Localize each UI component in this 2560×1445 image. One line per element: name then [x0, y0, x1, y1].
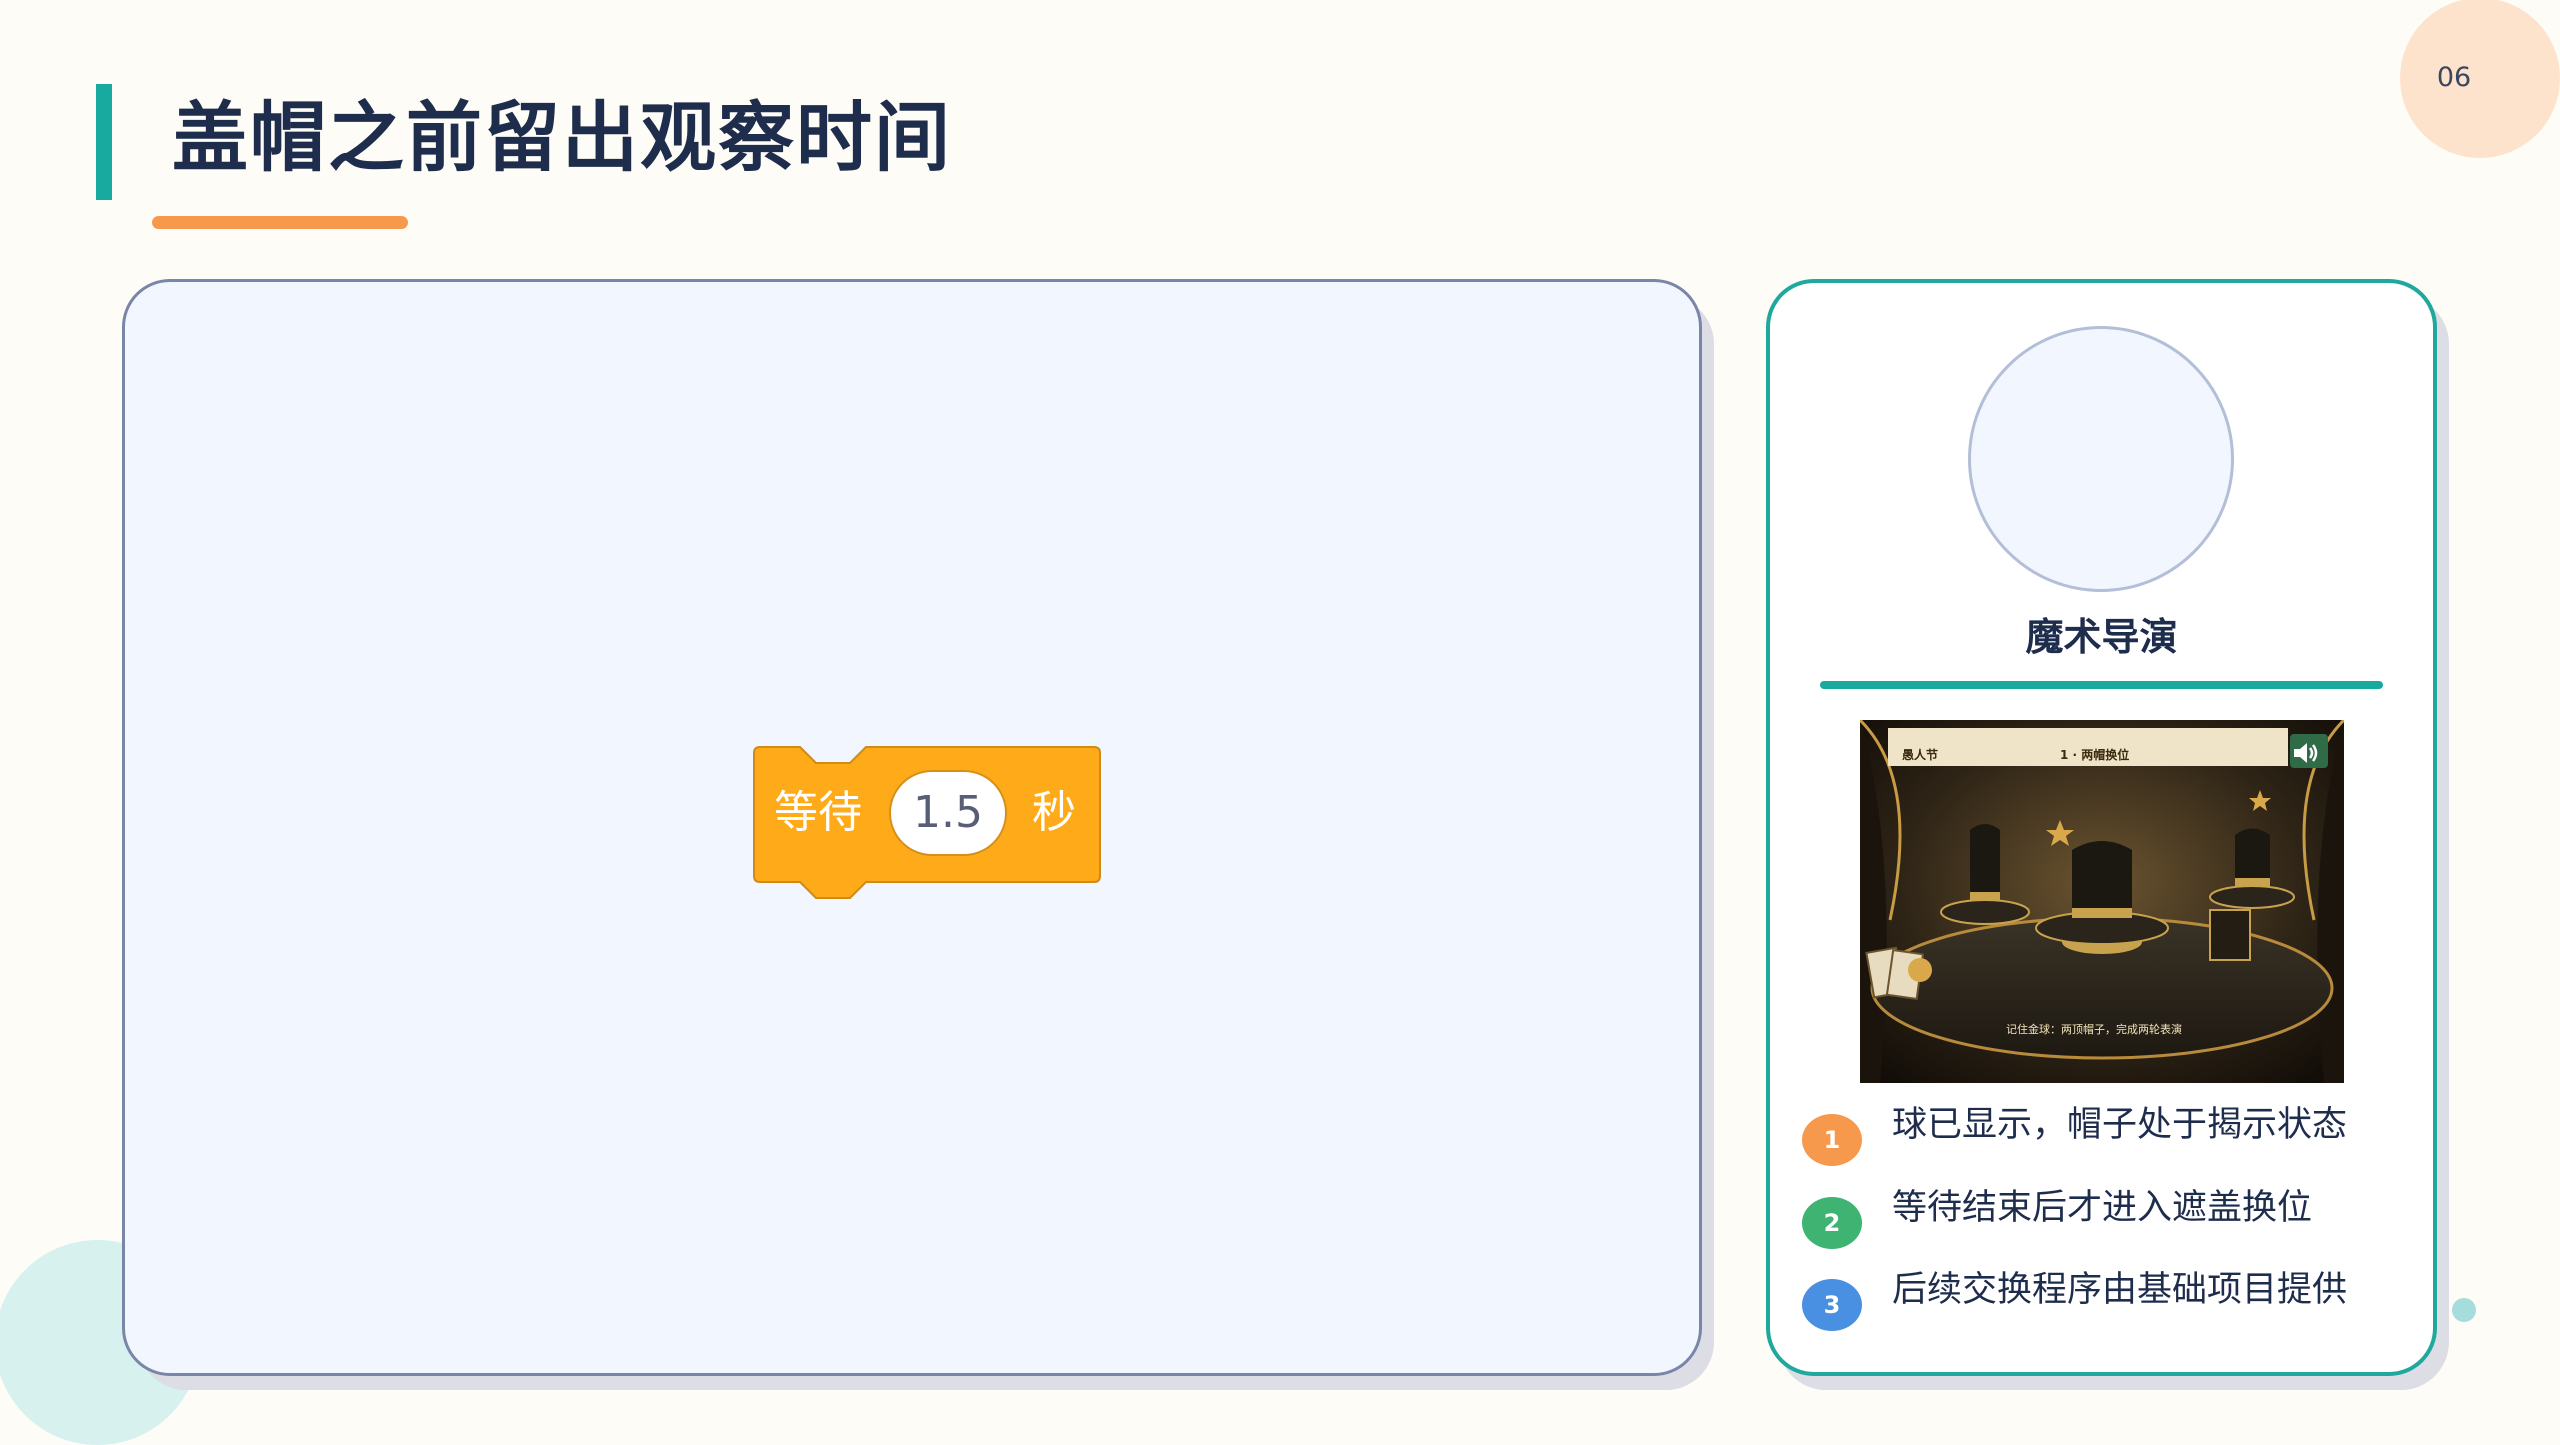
- step-text: 球已显示，帽子处于揭示状态: [1892, 1105, 2348, 1145]
- director-name: 魔术导演: [2025, 615, 2178, 659]
- step-item: 2 等待结束后才进入遮盖换位: [1802, 1183, 2422, 1249]
- step-number-badge: 1: [1802, 1114, 1862, 1166]
- title-accent-bar: [96, 84, 112, 200]
- step-item: 1 球已显示，帽子处于揭示状态: [1802, 1100, 2422, 1166]
- stage-preview-image: 愚人节 1 · 两帽换位 记住金球：两顶帽子，完成两轮表演: [1860, 720, 2344, 1083]
- stage-left-label: 愚人节: [1902, 748, 1939, 762]
- step-text: 后续交换程序由基础项目提供: [1892, 1270, 2348, 1310]
- speaker-icon: [2294, 743, 2318, 763]
- step-number-badge: 3: [1802, 1279, 1862, 1331]
- step-item: 3 后续交换程序由基础项目提供: [1802, 1265, 2422, 1331]
- wait-seconds-input[interactable]: 1.5: [889, 770, 1007, 856]
- step-text: 等待结束后才进入遮盖换位: [1892, 1188, 2313, 1228]
- stage-caption: 记住金球：两顶帽子，完成两轮表演: [2006, 1023, 2182, 1036]
- wait-seconds-block[interactable]: 等待 1.5 秒: [752, 745, 1102, 905]
- title-underline: [152, 216, 408, 229]
- page-title: 盖帽之前留出观察时间: [172, 93, 952, 182]
- wait-block-label: 等待: [774, 787, 862, 838]
- decorative-dot: [2452, 1298, 2476, 1322]
- wait-block-unit: 秒: [1032, 787, 1076, 838]
- director-avatar: [1968, 326, 2234, 592]
- director-divider: [1820, 681, 2383, 689]
- page-number: 06: [2436, 62, 2472, 93]
- step-number-badge: 2: [1802, 1197, 1862, 1249]
- stage-center-label: 1 · 两帽换位: [2060, 748, 2130, 762]
